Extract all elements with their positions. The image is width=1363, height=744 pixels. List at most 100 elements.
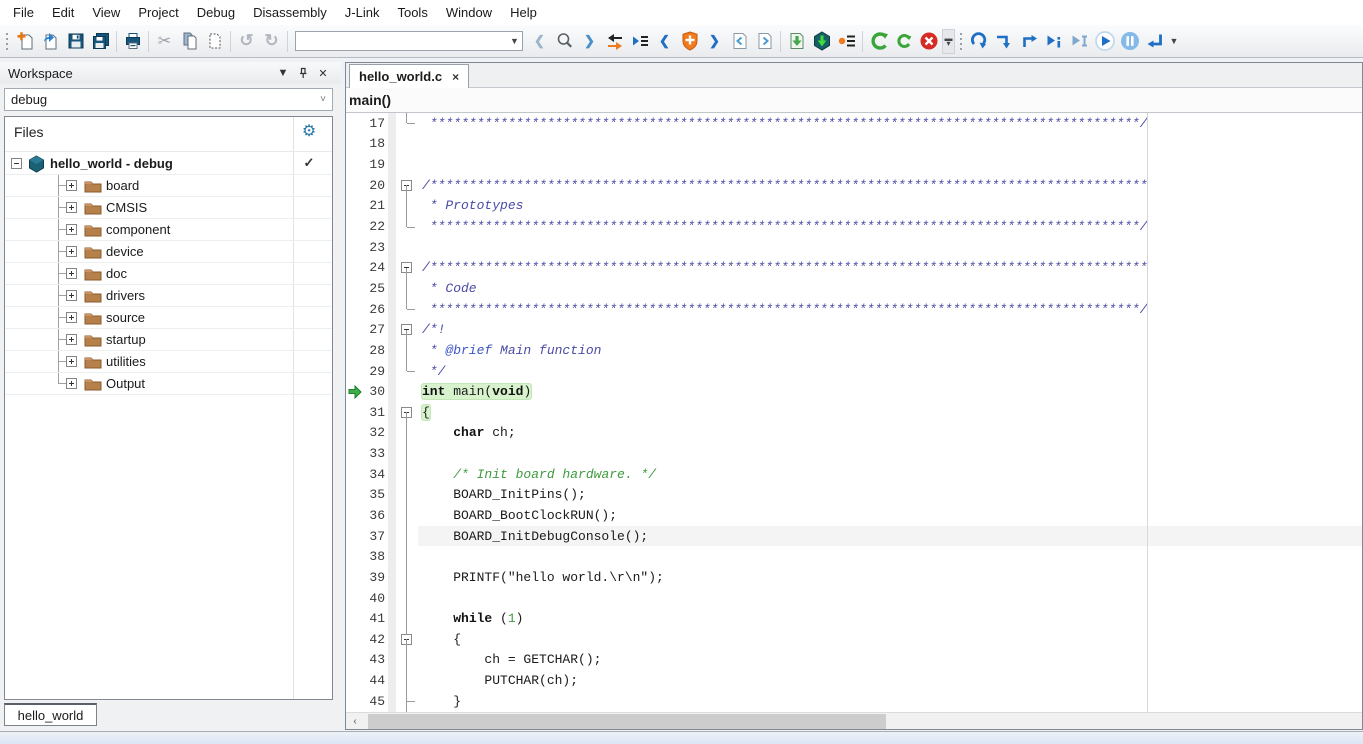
debug-overflow-button[interactable]: ▼ <box>1167 29 1181 54</box>
step-out-button[interactable] <box>1067 29 1092 54</box>
next-bookmark-button[interactable]: ❯ <box>702 29 727 54</box>
breakpoint-margin[interactable] <box>346 257 362 278</box>
expand-box-icon[interactable] <box>66 312 77 323</box>
pause-button[interactable] <box>1117 29 1142 54</box>
fold-collapse-box[interactable] <box>396 257 418 278</box>
breakpoint-margin[interactable] <box>346 443 362 464</box>
code-line-40[interactable]: 40 <box>346 588 1362 609</box>
stop-debugging-button[interactable] <box>1142 29 1167 54</box>
code-line-31[interactable]: 31{ <box>346 402 1362 423</box>
breakpoint-margin[interactable] <box>346 608 362 629</box>
breakpoint-margin[interactable] <box>346 546 362 567</box>
tree-item-device[interactable]: device <box>5 241 332 263</box>
toolbar-grip[interactable] <box>958 30 965 52</box>
step-into-button[interactable] <box>1042 29 1067 54</box>
workspace-close-button[interactable]: ✕ <box>313 64 333 82</box>
breakpoint-margin[interactable] <box>346 464 362 485</box>
reset-button[interactable] <box>967 29 992 54</box>
find-input[interactable] <box>296 33 507 49</box>
code-line-43[interactable]: 43 ch = GETCHAR(); <box>346 650 1362 671</box>
code-line-20[interactable]: 20/*************************************… <box>346 175 1362 196</box>
breakpoint-margin[interactable] <box>346 340 362 361</box>
code-line-23[interactable]: 23 <box>346 237 1362 258</box>
find-combobox[interactable]: ▼ <box>295 31 523 51</box>
toggle-bookmark-button[interactable] <box>602 29 627 54</box>
go-to-function-button[interactable] <box>627 29 652 54</box>
workspace-bottom-tab[interactable]: hello_world <box>4 703 97 726</box>
copy-button[interactable] <box>177 29 202 54</box>
code-line-21[interactable]: 21 * Prototypes <box>346 196 1362 217</box>
code-line-30[interactable]: 30int main(void) <box>346 381 1362 402</box>
code-line-18[interactable]: 18 <box>346 134 1362 155</box>
toggle-breakpoint-button[interactable] <box>677 29 702 54</box>
expand-box-icon[interactable] <box>66 202 77 213</box>
code-line-19[interactable]: 19 <box>346 154 1362 175</box>
tree-item-doc[interactable]: doc <box>5 263 332 285</box>
breakpoint-margin[interactable] <box>346 650 362 671</box>
code-line-27[interactable]: 27/*! <box>346 319 1362 340</box>
breakpoint-margin[interactable] <box>346 134 362 155</box>
previous-bookmark-button[interactable]: ❮ <box>652 29 677 54</box>
scrollbar-thumb[interactable] <box>368 714 886 729</box>
code-line-34[interactable]: 34 /* Init board hardware. */ <box>346 464 1362 485</box>
cut-button[interactable]: ✂ <box>152 29 177 54</box>
code-line-28[interactable]: 28 * @brief Main function <box>346 340 1362 361</box>
menu-item-help[interactable]: Help <box>501 1 546 24</box>
function-selector-bar[interactable]: main() <box>346 88 1362 113</box>
code-line-26[interactable]: 26 *************************************… <box>346 299 1362 320</box>
print-button[interactable] <box>120 29 145 54</box>
breakpoint-margin[interactable] <box>346 505 362 526</box>
save-button[interactable] <box>63 29 88 54</box>
save-all-button[interactable] <box>88 29 113 54</box>
find-dropdown-arrow-icon[interactable]: ▼ <box>507 32 522 50</box>
tree-root-row[interactable]: hello_world - debug ✓ <box>5 153 332 175</box>
nav-forward-button[interactable]: ❯ <box>577 29 602 54</box>
breakpoint-margin[interactable] <box>346 691 362 712</box>
breakpoint-margin[interactable] <box>346 402 362 423</box>
break-button[interactable] <box>992 29 1017 54</box>
menu-item-tools[interactable]: Tools <box>388 1 436 24</box>
tree-item-drivers[interactable]: drivers <box>5 285 332 307</box>
code-line-39[interactable]: 39 PRINTF("hello world.\r\n"); <box>346 567 1362 588</box>
expand-box-icon[interactable] <box>66 334 77 345</box>
menu-item-debug[interactable]: Debug <box>188 1 244 24</box>
undo-button[interactable]: ↺ <box>234 29 259 54</box>
code-line-25[interactable]: 25 * Code <box>346 278 1362 299</box>
tree-item-utilities[interactable]: utilities <box>5 351 332 373</box>
toolbar-overflow-button[interactable]: ▬▾ <box>942 29 955 54</box>
tree-item-source[interactable]: source <box>5 307 332 329</box>
expand-box-icon[interactable] <box>66 224 77 235</box>
breakpoint-margin[interactable] <box>346 113 362 134</box>
menu-item-window[interactable]: Window <box>437 1 501 24</box>
expand-box-icon[interactable] <box>66 268 77 279</box>
open-file-button[interactable] <box>38 29 63 54</box>
code-line-17[interactable]: 17 *************************************… <box>346 113 1362 134</box>
fold-collapse-box[interactable] <box>396 319 418 340</box>
breakpoint-margin[interactable] <box>346 216 362 237</box>
breakpoint-margin[interactable] <box>346 154 362 175</box>
code-area[interactable]: 17 *************************************… <box>346 113 1362 712</box>
compile-button[interactable] <box>891 29 916 54</box>
workspace-pin-button[interactable] <box>293 64 313 82</box>
next-page-button[interactable] <box>752 29 777 54</box>
breakpoint-margin[interactable] <box>346 278 362 299</box>
fold-collapse-box[interactable] <box>396 175 418 196</box>
configuration-dropdown[interactable]: debug ˅ <box>4 88 333 111</box>
nav-back-button[interactable]: ❮ <box>527 29 552 54</box>
fold-collapse-box[interactable] <box>396 402 418 423</box>
menu-item-file[interactable]: File <box>4 1 43 24</box>
tree-item-cmsis[interactable]: CMSIS <box>5 197 332 219</box>
editor-tab[interactable]: hello_world.c × <box>349 64 469 88</box>
tree-item-output[interactable]: Output <box>5 373 332 395</box>
download-file-button[interactable] <box>784 29 809 54</box>
make-button[interactable] <box>866 29 891 54</box>
code-line-35[interactable]: 35 BOARD_InitPins(); <box>346 485 1362 506</box>
expand-box-icon[interactable] <box>66 378 77 389</box>
stop-build-button[interactable] <box>916 29 941 54</box>
menu-item-j-link[interactable]: J-Link <box>336 1 389 24</box>
code-line-32[interactable]: 32 char ch; <box>346 423 1362 444</box>
breakpoint-margin[interactable] <box>346 319 362 340</box>
toolbar-grip[interactable] <box>4 30 11 52</box>
search-button[interactable] <box>552 29 577 54</box>
code-line-38[interactable]: 38 <box>346 546 1362 567</box>
